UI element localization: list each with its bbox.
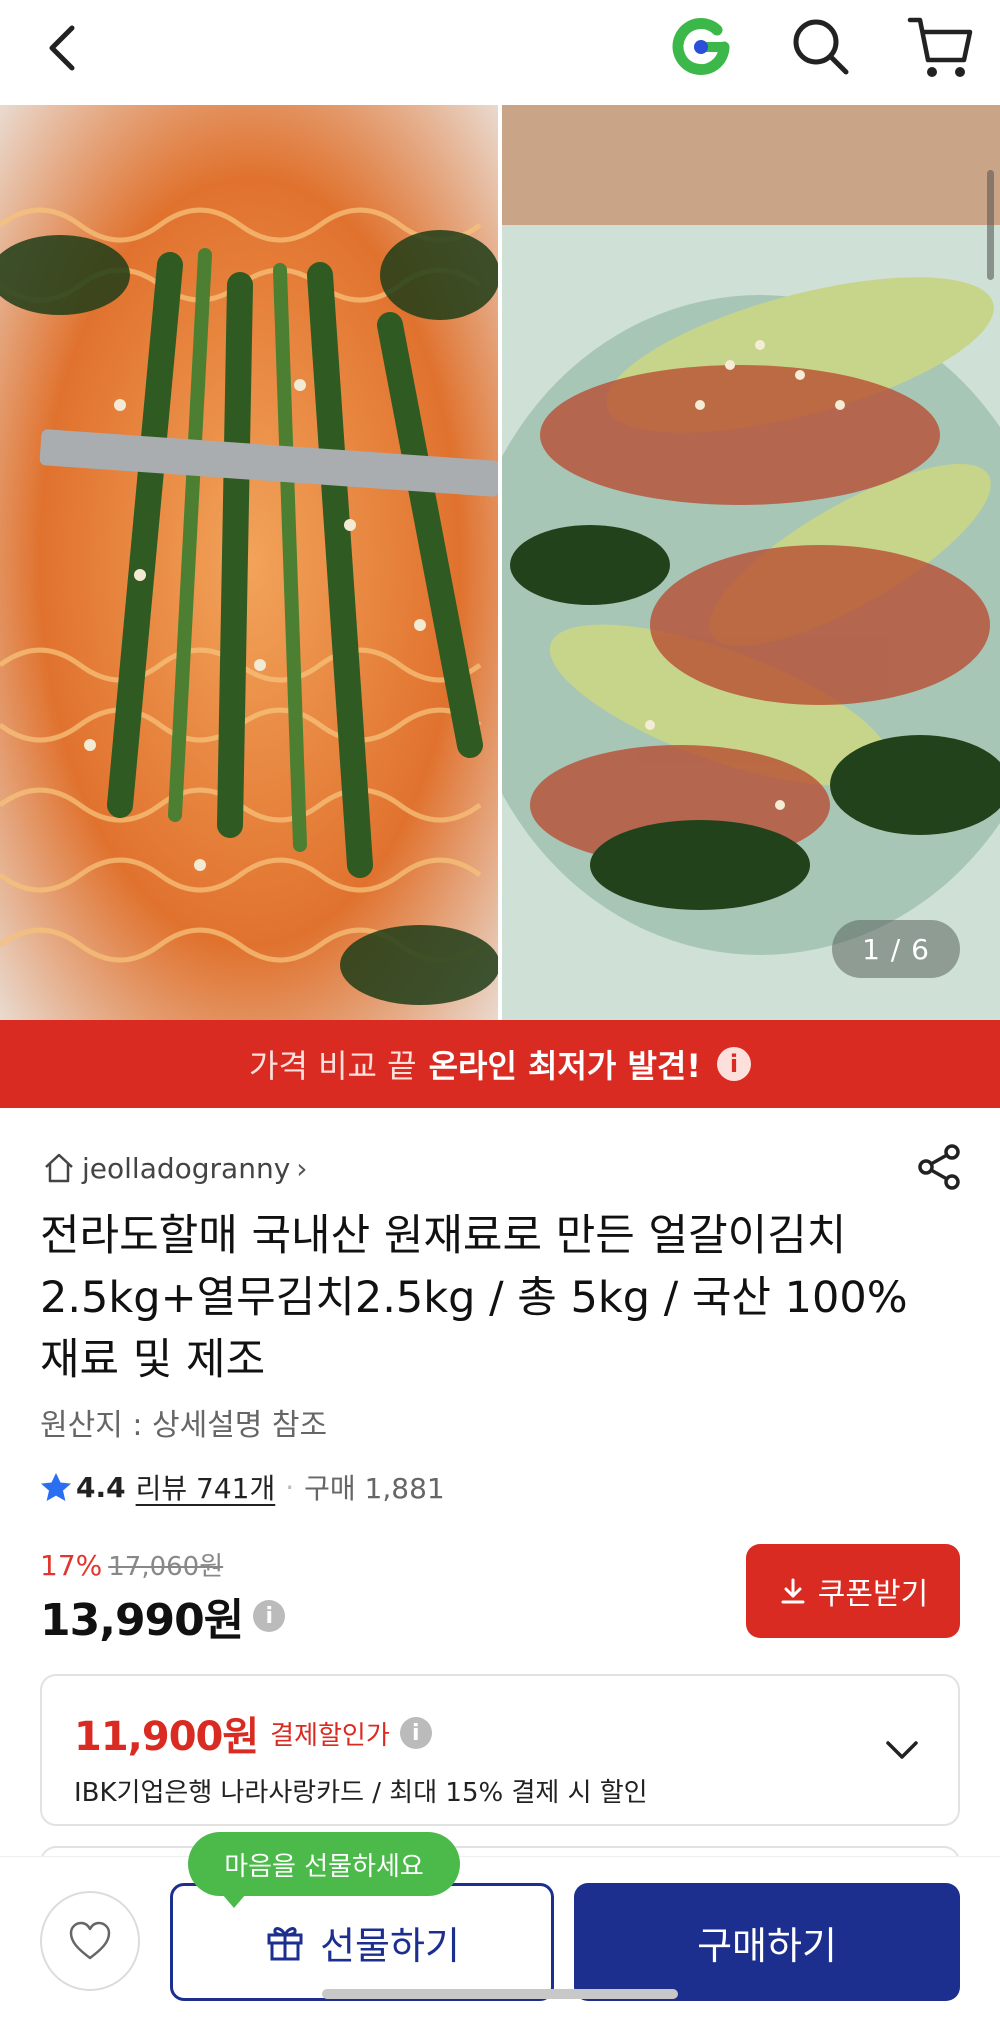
original-price: 17,060원: [108, 1552, 224, 1582]
buy-label: 구매하기: [697, 1923, 837, 1968]
lowest-price-banner[interactable]: 가격 비교 끝 온라인 최저가 발견! i: [0, 1020, 1000, 1108]
rating-score: 4.4: [76, 1470, 126, 1504]
review-count-link[interactable]: 리뷰 741개: [136, 1467, 276, 1507]
card-discount-price: 11,900원: [74, 1714, 259, 1760]
gift-icon: [267, 1927, 303, 1961]
product-photo-yeolmu-kimchi-noodles: [0, 105, 500, 1020]
purchase-count: 구매 1,881: [304, 1472, 445, 1505]
gmarket-logo-icon[interactable]: [668, 14, 734, 80]
seller-link[interactable]: jeolladogranny ›: [42, 1148, 307, 1188]
share-icon[interactable]: [914, 1142, 964, 1192]
buy-button[interactable]: 구매하기: [574, 1883, 960, 2001]
chevron-down-icon[interactable]: [882, 1730, 922, 1770]
separator-dot: ·: [285, 1470, 295, 1504]
gift-tooltip-text: 마음을 선물하세요: [224, 1851, 424, 1882]
card-price-row: 11,900원 결제할인가 i: [74, 1704, 432, 1762]
product-photo-eolgari-kimchi: [500, 105, 1000, 1020]
card-discount-description: IBK기업은행 나라사랑카드 / 최대 15% 결제 시 할인: [74, 1778, 648, 1808]
chevron-right-icon: ›: [296, 1151, 308, 1185]
card-discount-box[interactable]: 11,900원 결제할인가 i IBK기업은행 나라사랑카드 / 최대 15% …: [40, 1674, 960, 1826]
coupon-label: 쿠폰받기: [817, 1577, 929, 1612]
image-divider: [498, 105, 502, 1020]
home-indicator: [322, 1989, 678, 1999]
star-icon: [41, 1473, 71, 1501]
wishlist-button[interactable]: [40, 1891, 140, 1991]
heart-icon: [69, 1921, 111, 1960]
info-icon[interactable]: i: [253, 1600, 286, 1632]
info-icon[interactable]: i: [399, 1717, 432, 1749]
top-bar: [0, 0, 1000, 105]
card-discount-label: 결제할인가: [270, 1720, 390, 1751]
gift-tooltip: 마음을 선물하세요: [188, 1832, 460, 1908]
image-counter: 1 / 6: [832, 920, 960, 978]
banner-prefix: 가격 비교 끝: [249, 1047, 417, 1085]
origin-info: 원산지 : 상세설명 참조: [40, 1408, 328, 1443]
bottom-action-bar: 선물하기 구매하기: [0, 1856, 1000, 2020]
download-icon: [781, 1578, 805, 1604]
get-coupon-button[interactable]: 쿠폰받기: [746, 1544, 960, 1638]
price-row: 13,990원 i: [40, 1588, 286, 1646]
back-icon[interactable]: [36, 18, 96, 78]
sale-price: 13,990원: [40, 1595, 244, 1646]
info-icon[interactable]: i: [716, 1047, 751, 1081]
rating-row: 4.4 리뷰 741개 · 구매 1,881: [40, 1466, 445, 1508]
scrollbar[interactable]: [987, 170, 994, 280]
product-title: 전라도할매 국내산 원재료로 만든 얼갈이김치 2.5kg+열무김치2.5kg …: [40, 1211, 908, 1385]
search-icon[interactable]: [788, 14, 854, 80]
discount-row: 17% 17,060원: [40, 1546, 223, 1586]
discount-rate: 17%: [40, 1549, 103, 1582]
tooltip-tail: [222, 1894, 246, 1908]
store-home-icon: [45, 1153, 73, 1183]
cart-icon[interactable]: [906, 12, 976, 82]
banner-highlight: 온라인 최저가 발견!: [428, 1047, 701, 1085]
product-image-gallery[interactable]: [0, 105, 1000, 1020]
seller-name: jeolladogranny: [82, 1151, 291, 1185]
gift-label: 선물하기: [320, 1923, 460, 1968]
